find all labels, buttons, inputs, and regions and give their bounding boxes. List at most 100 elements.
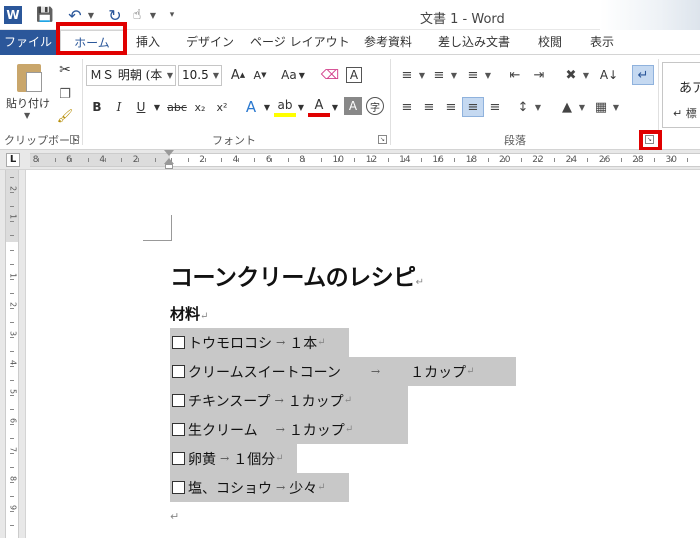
ingredient-quantity: １カップ	[287, 393, 344, 410]
group-separator	[390, 59, 391, 145]
bold-button[interactable]: B	[88, 97, 106, 117]
font-color-dropdown-icon[interactable]: ▼	[330, 97, 340, 117]
format-painter-icon[interactable]: 🖌	[56, 107, 74, 125]
align-left-icon[interactable]: ≡	[396, 97, 418, 117]
touch-mode-dropdown-icon[interactable]: ▼	[148, 5, 158, 25]
document-canvas[interactable]: コーンクリームのレシピ↵ 材料↵ トウモロコシ → １本 ↵ クリームスイートコ…	[27, 170, 700, 538]
tab-mailings[interactable]: 差し込み文書	[434, 30, 514, 55]
vertical-ruler-tick	[10, 307, 14, 309]
styles-gallery[interactable]: あア ↵ 標	[662, 62, 700, 128]
list-item[interactable]: クリームスイートコーン → １カップ ↵	[170, 357, 516, 386]
paste-button-label[interactable]: 貼り付け	[6, 95, 50, 111]
ingredient-name: チキンスープ	[188, 393, 271, 410]
borders-dropdown-icon[interactable]: ▼	[612, 97, 620, 117]
character-shading-button[interactable]: A	[344, 97, 362, 115]
highlight-color-button[interactable]: ab	[274, 97, 296, 117]
ingredient-name: 生クリーム	[188, 422, 272, 439]
multilevel-dropdown-icon[interactable]: ▼	[484, 65, 492, 85]
align-center-icon[interactable]: ≡	[418, 97, 440, 117]
empty-paragraph-mark[interactable]: ↵	[170, 510, 179, 523]
clipboard-launcher-icon[interactable]: ↘	[70, 135, 79, 144]
tab-stop-selector[interactable]: L	[6, 153, 20, 167]
justify-icon[interactable]: ≡	[462, 97, 484, 117]
font-name-combo[interactable]: ＭＳ 明朝 (本 ▼	[86, 65, 176, 86]
font-color-button[interactable]: A	[308, 97, 330, 117]
bullets-dropdown-icon[interactable]: ▼	[418, 65, 426, 85]
text-direction-icon[interactable]: ✖	[560, 65, 582, 85]
ingredients-heading[interactable]: 材料↵	[170, 303, 208, 324]
list-item[interactable]: トウモロコシ → １本 ↵	[170, 328, 349, 357]
shading-dropdown-icon[interactable]: ▼	[578, 97, 586, 117]
sort-icon[interactable]: A↓	[598, 65, 620, 85]
numbering-icon[interactable]: ≡	[428, 65, 450, 85]
tab-view[interactable]: 表示	[584, 30, 620, 55]
tab-insert[interactable]: 挿入	[128, 30, 168, 55]
line-spacing-dropdown-icon[interactable]: ▼	[534, 97, 542, 117]
word-app-icon[interactable]: W	[4, 6, 22, 24]
indent-marker[interactable]	[164, 150, 174, 170]
left-indent-icon[interactable]	[165, 164, 173, 169]
tab-mark: →	[220, 452, 230, 465]
character-border-button[interactable]: A	[344, 65, 364, 85]
increase-indent-icon[interactable]: ⇥	[528, 65, 550, 85]
line-spacing-icon[interactable]: ↕	[512, 97, 534, 117]
show-paragraph-marks-icon[interactable]: ↵	[632, 65, 654, 85]
vertical-ruler-tick	[10, 235, 14, 236]
font-group-label: フォント	[212, 134, 256, 147]
text-effects-button[interactable]: A	[240, 97, 262, 117]
strikethrough-button[interactable]: abc	[166, 97, 188, 117]
save-icon[interactable]: 💾	[36, 5, 54, 25]
first-line-indent-icon[interactable]	[164, 150, 174, 156]
customize-quick-access-icon[interactable]: ▾	[166, 5, 178, 25]
enclose-characters-button[interactable]: 字	[366, 97, 384, 115]
touch-mode-icon[interactable]: ☝	[128, 5, 146, 25]
bullets-icon[interactable]: ≡	[396, 65, 418, 85]
underline-dropdown-icon[interactable]: ▼	[152, 97, 162, 117]
list-item[interactable]: 生クリーム → １カップ ↵	[170, 415, 408, 444]
superscript-button[interactable]: x²	[212, 97, 232, 117]
italic-button[interactable]: I	[110, 97, 128, 117]
checkbox-square-icon	[172, 365, 185, 378]
tab-references[interactable]: 参考資料	[356, 30, 420, 55]
horizontal-ruler: L 864224681012141618202224262830	[0, 150, 700, 170]
vertical-ruler-tick	[10, 380, 14, 381]
paste-icon[interactable]	[14, 61, 44, 95]
paste-dropdown-icon[interactable]: ▼	[24, 111, 30, 120]
vertical-ruler-tick	[10, 394, 14, 396]
text-direction-dropdown-icon[interactable]: ▼	[582, 65, 590, 85]
vertical-ruler-tick	[10, 525, 14, 526]
list-item[interactable]: 塩、コショウ → 少々 ↵	[170, 473, 349, 502]
font-launcher-icon[interactable]: ↘	[378, 135, 387, 144]
tab-mark: →	[276, 336, 286, 349]
list-item[interactable]: 卵黄 → １個分 ↵	[170, 444, 297, 473]
font-size-combo[interactable]: 10.5 ▼	[178, 65, 222, 86]
paragraph-group-label: 段落	[504, 134, 526, 147]
change-case-button[interactable]: Aa ▼	[278, 65, 308, 85]
decrease-indent-icon[interactable]: ⇤	[504, 65, 526, 85]
multilevel-list-icon[interactable]: ≡	[462, 65, 484, 85]
tab-page-layout[interactable]: ページ レイアウト	[250, 30, 350, 55]
ingredients-heading-text: 材料	[170, 305, 201, 323]
vertical-ruler-strip[interactable]: 21123456789	[5, 170, 19, 538]
subscript-button[interactable]: x₂	[190, 97, 210, 117]
paragraph-mark: ↵	[343, 395, 353, 406]
tab-file[interactable]: ファイル	[0, 30, 56, 55]
text-effects-dropdown-icon[interactable]: ▼	[262, 97, 272, 117]
borders-icon[interactable]: ▦	[590, 97, 612, 117]
distributed-icon[interactable]: ≡	[484, 97, 506, 117]
tab-review[interactable]: 校閲	[530, 30, 570, 55]
grow-font-button[interactable]: A ▲	[228, 65, 248, 85]
numbering-dropdown-icon[interactable]: ▼	[450, 65, 458, 85]
align-right-icon[interactable]: ≡	[440, 97, 462, 117]
document-title[interactable]: コーンクリームのレシピ↵	[170, 258, 424, 292]
ruler-strip[interactable]: 864224681012141618202224262830	[30, 153, 700, 167]
cut-icon[interactable]: ✂	[56, 61, 74, 79]
shrink-font-button[interactable]: A ▼	[250, 65, 270, 85]
copy-icon[interactable]: ❐	[56, 85, 74, 103]
tab-design[interactable]: デザイン	[182, 30, 238, 55]
underline-button[interactable]: U	[132, 97, 150, 117]
list-item[interactable]: チキンスープ → １カップ ↵	[170, 386, 408, 415]
paragraph-shading-icon[interactable]: ▲	[556, 97, 578, 117]
highlight-dropdown-icon[interactable]: ▼	[296, 97, 306, 117]
clear-formatting-icon[interactable]: ⌫	[320, 65, 340, 85]
